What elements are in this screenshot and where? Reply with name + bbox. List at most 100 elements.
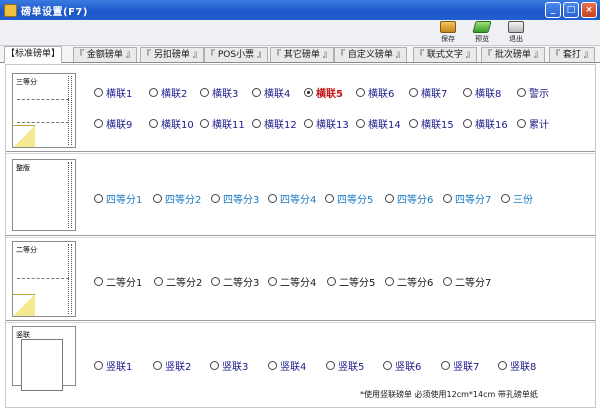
- radio-option[interactable]: 横联2: [149, 85, 187, 100]
- radio-icon[interactable]: [409, 119, 418, 128]
- radio-icon[interactable]: [517, 88, 526, 97]
- option-label: 横联10: [161, 120, 194, 131]
- tab-batch[interactable]: 『 批次磅单 』: [481, 47, 545, 62]
- close-button[interactable]: ×: [581, 2, 597, 18]
- radio-icon[interactable]: [252, 119, 261, 128]
- tab-deduction[interactable]: 『 另扣磅单 』: [140, 47, 204, 62]
- radio-icon[interactable]: [268, 194, 277, 203]
- radio-icon[interactable]: [356, 88, 365, 97]
- tab-strip: 【标准磅单】 『 金额磅单 』 『 另扣磅单 』 『 POS小票 』 『 其它磅…: [0, 46, 600, 63]
- radio-option[interactable]: 横联3: [200, 85, 238, 100]
- tab-pos[interactable]: 『 POS小票 』: [204, 47, 268, 62]
- radio-option[interactable]: 竖联3: [210, 358, 248, 373]
- tab-other[interactable]: 『 其它磅单 』: [270, 47, 334, 62]
- radio-option[interactable]: 竖联2: [153, 358, 191, 373]
- option-label: 横联8: [475, 89, 502, 100]
- radio-icon[interactable]: [94, 277, 103, 286]
- radio-option[interactable]: 四等分3: [211, 191, 259, 206]
- radio-icon[interactable]: [441, 361, 450, 370]
- tab-overprint[interactable]: 『 套打 』: [549, 47, 595, 62]
- radio-icon[interactable]: [153, 194, 162, 203]
- save-button[interactable]: 保存: [433, 21, 463, 45]
- radio-option[interactable]: 二等分6: [385, 274, 433, 289]
- radio-icon[interactable]: [252, 88, 261, 97]
- radio-icon[interactable]: [327, 277, 336, 286]
- radio-option[interactable]: 横联14: [356, 116, 401, 131]
- preview-button[interactable]: 预览: [467, 21, 497, 45]
- radio-option[interactable]: 竖联7: [441, 358, 479, 373]
- radio-option[interactable]: 四等分2: [153, 191, 201, 206]
- radio-icon[interactable]: [149, 88, 158, 97]
- radio-option[interactable]: 二等分4: [268, 274, 316, 289]
- radio-option[interactable]: 二等分2: [154, 274, 202, 289]
- radio-icon[interactable]: [154, 277, 163, 286]
- radio-icon[interactable]: [94, 119, 103, 128]
- radio-icon[interactable]: [383, 361, 392, 370]
- radio-icon[interactable]: [153, 361, 162, 370]
- radio-option[interactable]: 横联4: [252, 85, 290, 100]
- radio-icon[interactable]: [385, 277, 394, 286]
- tab-standard[interactable]: 【标准磅单】: [4, 46, 63, 63]
- radio-option[interactable]: 竖联4: [268, 358, 306, 373]
- radio-option[interactable]: 四等分7: [443, 191, 491, 206]
- radio-option-selected[interactable]: 横联5: [304, 85, 343, 100]
- radio-icon[interactable]: [211, 277, 220, 286]
- radio-option[interactable]: 四等分5: [325, 191, 373, 206]
- radio-option[interactable]: 横联12: [252, 116, 297, 131]
- radio-icon[interactable]: [210, 361, 219, 370]
- radio-icon-selected[interactable]: [304, 88, 313, 97]
- radio-icon[interactable]: [326, 361, 335, 370]
- radio-option[interactable]: 累计: [517, 116, 549, 131]
- radio-icon[interactable]: [149, 119, 158, 128]
- radio-icon[interactable]: [94, 194, 103, 203]
- minimize-button[interactable]: _: [545, 2, 561, 18]
- radio-option[interactable]: 二等分7: [443, 274, 491, 289]
- radio-icon[interactable]: [304, 119, 313, 128]
- radio-option[interactable]: 四等分6: [385, 191, 433, 206]
- radio-option[interactable]: 四等分4: [268, 191, 316, 206]
- radio-icon[interactable]: [463, 88, 472, 97]
- radio-option[interactable]: 二等分3: [211, 274, 259, 289]
- radio-icon[interactable]: [501, 194, 510, 203]
- radio-icon[interactable]: [409, 88, 418, 97]
- radio-icon[interactable]: [94, 88, 103, 97]
- radio-option[interactable]: 横联7: [409, 85, 447, 100]
- radio-option[interactable]: 竖联6: [383, 358, 421, 373]
- radio-icon[interactable]: [385, 194, 394, 203]
- radio-icon[interactable]: [443, 277, 452, 286]
- radio-icon[interactable]: [356, 119, 365, 128]
- tab-amount[interactable]: 『 金额磅单 』: [73, 47, 137, 62]
- radio-icon[interactable]: [463, 119, 472, 128]
- radio-icon[interactable]: [268, 361, 277, 370]
- radio-icon[interactable]: [94, 361, 103, 370]
- radio-icon[interactable]: [517, 119, 526, 128]
- radio-option[interactable]: 三份: [501, 191, 533, 206]
- radio-icon[interactable]: [268, 277, 277, 286]
- radio-option[interactable]: 横联6: [356, 85, 394, 100]
- radio-icon[interactable]: [211, 194, 220, 203]
- radio-option[interactable]: 竖联1: [94, 358, 132, 373]
- radio-option[interactable]: 竖联8: [498, 358, 536, 373]
- radio-icon[interactable]: [443, 194, 452, 203]
- radio-option[interactable]: 横联10: [149, 116, 194, 131]
- radio-icon[interactable]: [325, 194, 334, 203]
- radio-option[interactable]: 警示: [517, 85, 549, 100]
- radio-option[interactable]: 横联8: [463, 85, 501, 100]
- radio-icon[interactable]: [200, 119, 209, 128]
- radio-option[interactable]: 横联9: [94, 116, 132, 131]
- radio-option[interactable]: 横联11: [200, 116, 245, 131]
- radio-option[interactable]: 二等分1: [94, 274, 142, 289]
- radio-icon[interactable]: [200, 88, 209, 97]
- radio-option[interactable]: 二等分5: [327, 274, 375, 289]
- radio-option[interactable]: 横联13: [304, 116, 349, 131]
- radio-option[interactable]: 横联16: [463, 116, 508, 131]
- radio-option[interactable]: 横联1: [94, 85, 132, 100]
- radio-option[interactable]: 横联15: [409, 116, 454, 131]
- tab-text[interactable]: 『 联式文字 』: [413, 47, 477, 62]
- tab-custom[interactable]: 『 自定义磅单 』: [334, 47, 407, 62]
- exit-button[interactable]: 退出: [501, 21, 531, 45]
- radio-option[interactable]: 四等分1: [94, 191, 142, 206]
- radio-icon[interactable]: [498, 361, 507, 370]
- radio-option[interactable]: 竖联5: [326, 358, 364, 373]
- maximize-button[interactable]: □: [563, 2, 579, 18]
